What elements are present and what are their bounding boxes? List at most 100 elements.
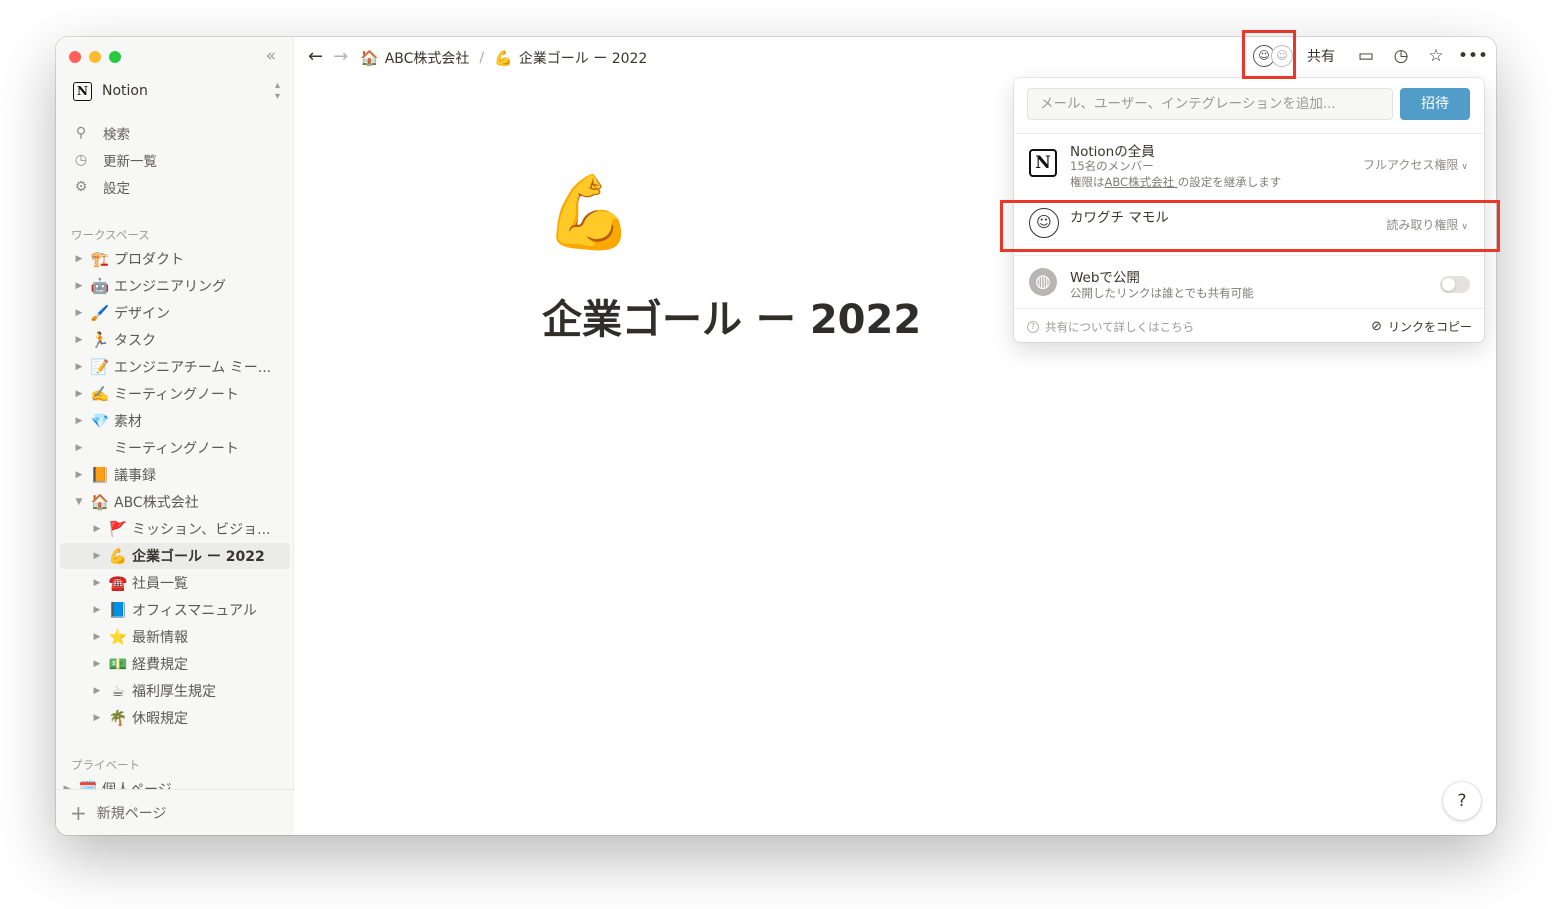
sidebar-page-item[interactable]: ▶ 🌴 休暇規定 — [60, 705, 290, 731]
user-permission-highlight — [1000, 200, 1500, 252]
invite-button[interactable]: 招待 — [1400, 88, 1470, 120]
page-emoji-icon: ✍️ — [90, 385, 110, 403]
maximize-window-button[interactable] — [109, 51, 121, 63]
toggle-arrow-icon[interactable]: ▶ — [72, 443, 86, 453]
sidebar-page-item[interactable]: ▶ ☎️ 社員一覧 — [60, 570, 290, 596]
globe-avatar: ◍ — [1029, 268, 1059, 298]
clock-icon: ◷ — [74, 152, 88, 168]
back-arrow-icon[interactable]: ← — [308, 46, 323, 67]
sidebar-page-item[interactable]: ▶ 📝 エンジニアチーム ミー... — [60, 354, 290, 380]
minimize-window-button[interactable] — [89, 51, 101, 63]
permission-inherit-note: 権限はABC株式会社 の設定を継承します — [1070, 174, 1281, 190]
breadcrumb-item-current[interactable]: 企業ゴール ー 2022 — [519, 48, 648, 68]
sidebar-page-item[interactable]: ▶ 🚩 ミッション、ビジョ... — [60, 516, 290, 542]
sidebar-page-item[interactable]: ▶ ✍️ ミーティングノート — [60, 381, 290, 407]
sidebar-item-search[interactable]: ⚲ 検索 — [70, 120, 130, 146]
sidebar-page-item[interactable]: ▶ ☕ 福利厚生規定 — [60, 678, 290, 704]
sidebar-page-item[interactable]: ▶ 🤖 エンジニアリング — [60, 273, 290, 299]
page-emoji-icon: 📘 — [108, 601, 128, 619]
page-emoji-icon: ☎️ — [108, 574, 128, 592]
toggle-arrow-icon[interactable]: ▶ — [72, 470, 86, 480]
workspace-switcher[interactable]: N Notion ▴ ▾ — [70, 77, 284, 105]
toggle-arrow-icon[interactable]: ▶ — [72, 362, 86, 372]
collapse-sidebar-icon[interactable]: « — [260, 45, 282, 67]
page-emoji-icon: 🖌️ — [90, 304, 110, 322]
new-page-button[interactable]: + 新規ページ — [56, 789, 294, 835]
publish-web-row[interactable]: ◍ Webで公開 公開したリンクは誰とでも共有可能 — [1014, 256, 1484, 308]
page-emoji-icon: 🌴 — [108, 709, 128, 727]
sidebar-page-item[interactable]: ▶ 📘 オフィスマニュアル — [60, 597, 290, 623]
workspace-section-label[interactable]: ワークスペース — [71, 227, 150, 243]
invite-input[interactable]: メール、ユーザー、インテグレーションを追加... — [1027, 88, 1393, 120]
page-title: エンジニアリング — [114, 279, 226, 295]
sidebar-page-item[interactable]: ▶ 💵 経費規定 — [60, 651, 290, 677]
chevron-down-icon: ∨ — [1461, 162, 1468, 172]
copy-link-button[interactable]: ⊘ リンクをコピー — [1371, 318, 1472, 335]
toggle-arrow-icon[interactable]: ▶ — [72, 254, 86, 264]
sidebar-page-item[interactable]: ▼ 🏠 ABC株式会社 — [60, 489, 290, 515]
page-title[interactable]: 企業ゴール ー 2022 — [542, 287, 921, 345]
sidebar-page-item[interactable]: ▶ ミーティングノート — [60, 435, 290, 461]
globe-icon: ◍ — [1029, 268, 1057, 296]
new-page-label: 新規ページ — [96, 805, 167, 822]
toggle-arrow-icon[interactable]: ▶ — [90, 605, 104, 615]
comment-icon[interactable]: ▭ — [1354, 44, 1378, 68]
sidebar-page-item[interactable]: ▶ ⭐ 最新情報 — [60, 624, 290, 650]
publish-description: 公開したリンクは誰とでも共有可能 — [1070, 286, 1254, 300]
sidebar-item-settings[interactable]: ⚙ 設定 — [70, 174, 130, 200]
toggle-arrow-icon[interactable]: ▶ — [72, 308, 86, 318]
notion-logo-icon: N — [1029, 149, 1059, 179]
sidebar: « N Notion ▴ ▾ ⚲ 検索 ◷ 更新一覧 ⚙ 設定 ワークスペース ▶… — [56, 37, 294, 835]
permission-level-dropdown[interactable]: フルアクセス権限 ∨ — [1363, 156, 1468, 173]
sidebar-page-item[interactable]: ▶ 💎 素材 — [60, 408, 290, 434]
page-emoji-icon: ☕ — [111, 682, 125, 700]
page-emoji-icon: 🏃 — [90, 331, 110, 349]
share-button[interactable]: 共有 — [1300, 45, 1342, 69]
page-title: 社員一覧 — [132, 576, 188, 592]
link-icon: ⊘ — [1371, 319, 1382, 334]
toggle-arrow-icon[interactable]: ▶ — [90, 713, 104, 723]
toggle-arrow-icon[interactable]: ▶ — [72, 416, 86, 426]
more-icon[interactable]: ••• — [1458, 44, 1488, 68]
permission-row-workspace[interactable]: N Notionの全員 15名のメンバー 権限はABC株式会社 の設定を継承しま… — [1014, 134, 1484, 196]
toggle-expanded-icon[interactable]: ▼ — [72, 497, 86, 507]
toggle-arrow-icon[interactable]: ▶ — [90, 524, 104, 534]
sidebar-item-label: 更新一覧 — [103, 154, 157, 170]
help-circle-icon: ? — [1027, 321, 1039, 333]
sidebar-page-item[interactable]: ▶ 🏃 タスク — [60, 327, 290, 353]
toggle-arrow-icon[interactable]: ▶ — [72, 389, 86, 399]
permission-members: 15名のメンバー — [1070, 159, 1154, 173]
history-nav: ← → — [308, 46, 348, 67]
sidebar-page-item[interactable]: ▶ 📙 議事録 — [60, 462, 290, 488]
window-controls — [69, 51, 121, 63]
sidebar-item-updates[interactable]: ◷ 更新一覧 — [70, 147, 157, 173]
private-section-label[interactable]: プライベート — [71, 757, 140, 773]
sidebar-page-item[interactable]: ▶ 💪 企業ゴール ー 2022 — [60, 543, 290, 569]
sidebar-page-item[interactable]: ▶ 🏗️ プロダクト — [60, 246, 290, 272]
help-button[interactable]: ? — [1443, 782, 1481, 820]
toggle-arrow-icon[interactable]: ▶ — [90, 659, 104, 669]
close-window-button[interactable] — [69, 51, 81, 63]
toggle-arrow-icon[interactable]: ▶ — [90, 578, 104, 588]
page-emoji-icon: 💪 — [108, 547, 128, 565]
copy-link-label: リンクをコピー — [1387, 320, 1472, 334]
toggle-arrow-icon[interactable]: ▶ — [90, 686, 104, 696]
page-emoji-icon: 🚩 — [108, 520, 128, 538]
forward-arrow-icon[interactable]: → — [333, 46, 348, 67]
learn-more-link[interactable]: ? 共有について詳しくはこちら — [1027, 319, 1194, 335]
toggle-arrow-icon[interactable]: ▶ — [72, 335, 86, 345]
toggle-arrow-icon[interactable]: ▶ — [90, 551, 104, 561]
inherit-link[interactable]: ABC株式会社 — [1105, 175, 1178, 189]
breadcrumb-item-parent[interactable]: ABC株式会社 — [385, 48, 470, 68]
page-emoji-icon[interactable]: 💪 — [544, 167, 634, 257]
star-icon[interactable]: ☆ — [1424, 44, 1448, 68]
toggle-arrow-icon[interactable]: ▶ — [72, 281, 86, 291]
page-emoji-icon: 📝 — [90, 358, 110, 376]
permission-level: フルアクセス権限 — [1363, 158, 1459, 172]
publish-toggle[interactable] — [1440, 276, 1470, 293]
sidebar-page-item[interactable]: ▶ 🖌️ デザイン — [60, 300, 290, 326]
page-emoji-icon: ⭐ — [108, 628, 128, 646]
toggle-arrow-icon[interactable]: ▶ — [90, 632, 104, 642]
clock-icon[interactable]: ◷ — [1389, 44, 1413, 68]
search-icon: ⚲ — [75, 125, 87, 141]
